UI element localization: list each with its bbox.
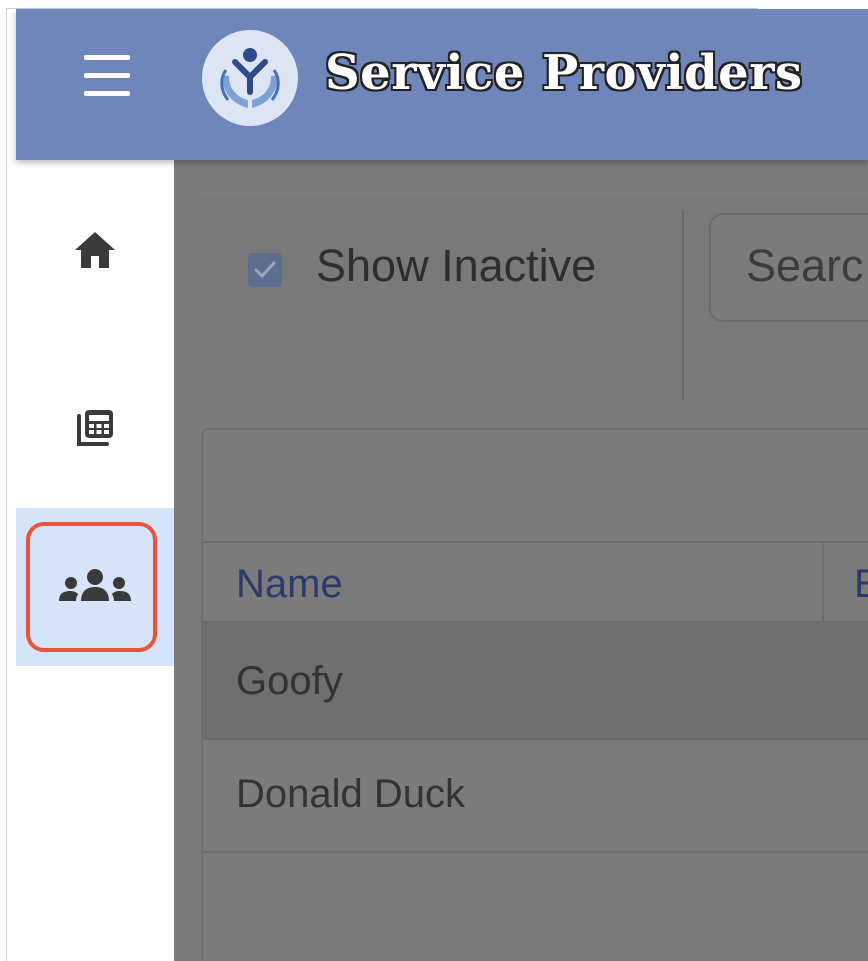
checkmark-icon <box>254 261 276 278</box>
table-cell-name: Donald Duck <box>236 772 466 816</box>
column-header-name[interactable]: Name <box>236 562 343 607</box>
calculator-icon <box>77 410 113 446</box>
sidebar-item-people[interactable] <box>16 508 174 666</box>
hands-person-icon <box>202 30 298 126</box>
app-title: Service Providers <box>325 45 803 101</box>
search-placeholder: Searc <box>746 240 864 291</box>
column-divider <box>822 541 824 623</box>
table-cell-name: Goofy <box>236 659 343 703</box>
app-window: Service Providers Show Inactive Searc Na… <box>0 0 868 961</box>
home-icon <box>75 232 115 268</box>
toolbar-divider <box>682 210 684 400</box>
header-corner <box>758 6 868 9</box>
show-inactive-label[interactable]: Show Inactive <box>316 240 596 292</box>
column-header-second[interactable]: E <box>854 562 868 607</box>
highlight-outline <box>26 522 157 652</box>
show-inactive-checkbox[interactable] <box>248 253 282 287</box>
sidebar-item-calculator[interactable] <box>16 378 174 478</box>
sidebar <box>16 160 174 961</box>
sidebar-item-home[interactable] <box>16 200 174 300</box>
hamburger-menu-icon[interactable] <box>84 55 130 97</box>
